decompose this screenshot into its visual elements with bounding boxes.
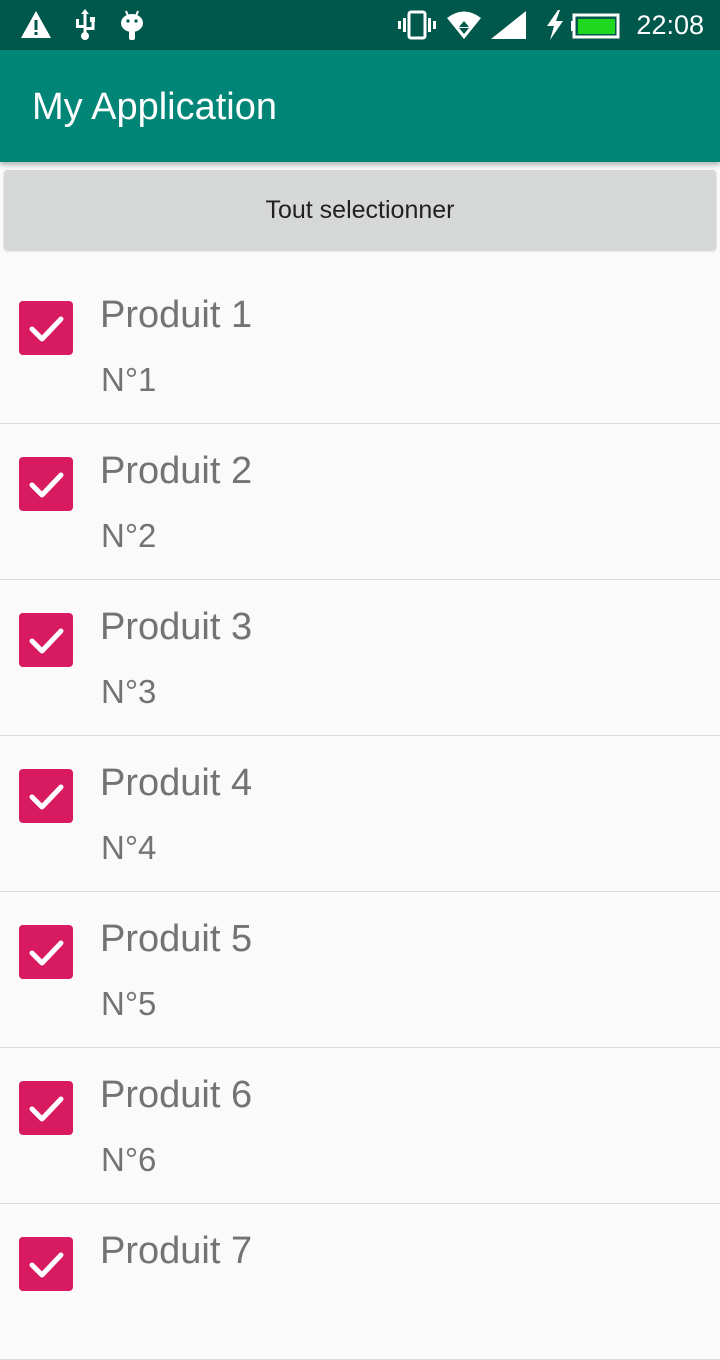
check-icon (29, 1096, 64, 1122)
item-number: N°4 (101, 829, 157, 866)
item-number: N°5 (101, 985, 157, 1022)
list-item[interactable]: Produit 4 N°4 (0, 736, 720, 892)
wifi-icon (447, 11, 481, 39)
item-name: Produit 3 (100, 606, 253, 648)
checkbox[interactable] (19, 301, 73, 355)
status-time: 22:08 (636, 10, 704, 40)
usb-icon (76, 9, 95, 40)
android-debug-icon (121, 10, 143, 40)
check-icon (29, 940, 64, 966)
app-title: My Application (32, 86, 278, 128)
app-bar: My Application (0, 50, 720, 162)
select-all-button[interactable]: Tout selectionner (4, 170, 716, 250)
item-name: Produit 5 (100, 918, 253, 960)
item-number: N°3 (101, 673, 157, 710)
vibrate-icon (398, 10, 436, 40)
warning-icon (21, 11, 51, 38)
list-item[interactable]: Produit 7 (0, 1204, 720, 1360)
status-bar: 22:08 (0, 0, 720, 50)
product-list: Produit 1 N°1 Produit 2 N°2 Produit 3 N°… (0, 268, 720, 1360)
item-name: Produit 2 (100, 450, 253, 492)
item-number: N°6 (101, 1141, 157, 1178)
item-number: N°2 (101, 517, 157, 554)
check-icon (29, 472, 64, 498)
battery-charging-icon (547, 10, 620, 40)
list-item[interactable]: Produit 2 N°2 (0, 424, 720, 580)
checkbox[interactable] (19, 769, 73, 823)
list-item[interactable]: Produit 5 N°5 (0, 892, 720, 1048)
cell-signal-icon (491, 11, 526, 39)
item-number: N°1 (101, 361, 157, 398)
list-item[interactable]: Produit 3 N°3 (0, 580, 720, 736)
checkbox[interactable] (19, 457, 73, 511)
item-name: Produit 1 (100, 294, 253, 336)
check-icon (29, 316, 64, 342)
item-name: Produit 4 (100, 762, 253, 804)
check-icon (29, 1252, 64, 1278)
item-name: Produit 7 (100, 1230, 253, 1272)
checkbox[interactable] (19, 925, 73, 979)
checkbox[interactable] (19, 1237, 73, 1291)
list-item[interactable]: Produit 1 N°1 (0, 268, 720, 424)
item-name: Produit 6 (100, 1074, 253, 1116)
check-icon (29, 784, 64, 810)
list-item[interactable]: Produit 6 N°6 (0, 1048, 720, 1204)
check-icon (29, 628, 64, 654)
checkbox[interactable] (19, 1081, 73, 1135)
checkbox[interactable] (19, 613, 73, 667)
